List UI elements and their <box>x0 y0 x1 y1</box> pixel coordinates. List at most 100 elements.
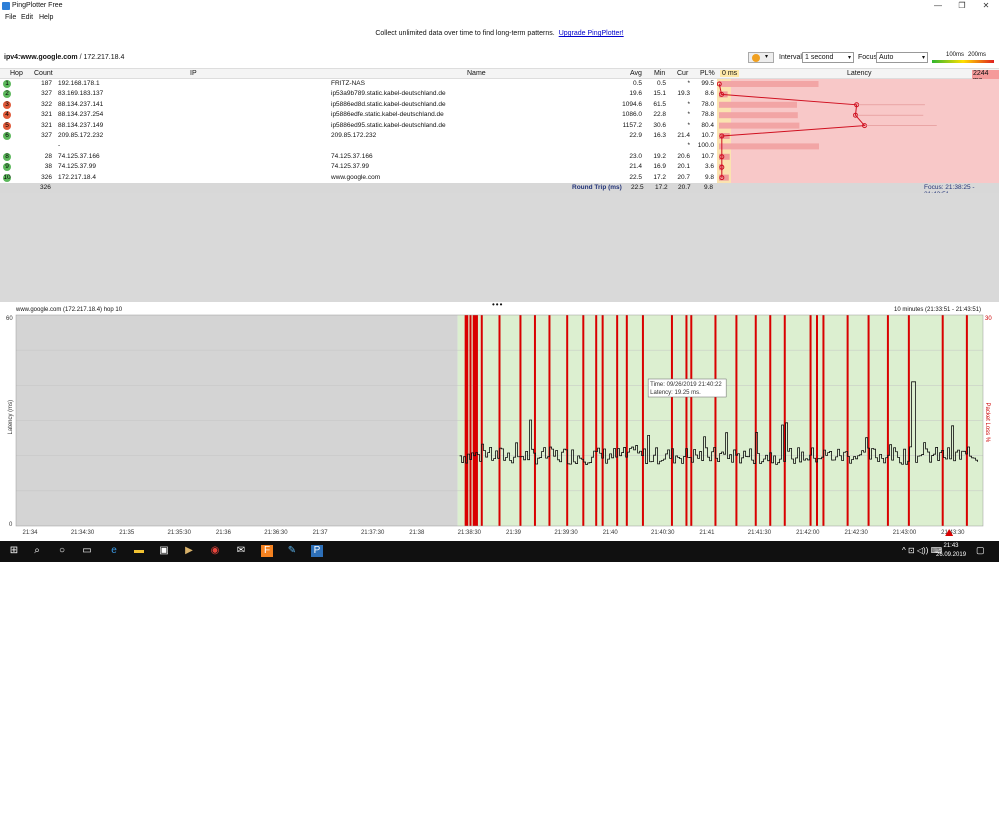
cell-ip: 74.125.37.166 <box>58 152 100 160</box>
x-tick-label: 21:42:30 <box>844 530 868 536</box>
clock-time[interactable]: 21:43 <box>936 543 966 549</box>
trace-header: Hop Count IP Name Avg Min Cur PL% 0 ms L… <box>0 68 999 84</box>
cell-ip: - <box>58 142 61 150</box>
cell-avg: 1086.0 <box>622 111 642 119</box>
hop-badge: 6 <box>3 132 11 140</box>
interval-value: 1 second <box>805 54 834 61</box>
cell-pl: 3.6 <box>704 163 714 171</box>
notification-icon[interactable]: ▢ <box>976 545 985 556</box>
pause-button[interactable]: ▾ <box>748 52 774 63</box>
x-tick-label: 21:36:30 <box>264 530 288 536</box>
cell-name: 74.125.37.166 <box>331 152 373 160</box>
rt-pl: 9.8 <box>704 184 714 191</box>
col-latency[interactable]: Latency <box>847 70 872 77</box>
x-tick-label: 21:35 <box>119 530 135 536</box>
col-name[interactable]: Name <box>467 70 486 77</box>
foxit-icon[interactable]: F <box>261 545 273 557</box>
mail-icon[interactable]: ✉ <box>235 545 247 557</box>
chevron-down-icon: ▾ <box>921 55 925 61</box>
hop-badge: 5 <box>3 121 11 130</box>
scale-low: 100ms <box>946 52 965 58</box>
cell-name: ip5886edfe.static.kabel-deutschland.de <box>331 111 444 119</box>
table-row[interactable]: 1 187 192.168.178.1 FRITZ-NAS 0.5 0.5 * 99.5 <box>0 79 716 90</box>
file-explorer-icon[interactable]: ▬ <box>133 545 145 557</box>
time-graph[interactable]: 60 0 30 Latency (ms) Packet Loss % 21:34 21:34… <box>0 313 999 540</box>
table-row[interactable]: 2 327 83.169.183.137 ip53a9b789.static.kabe… <box>0 89 716 100</box>
table-row[interactable]: 5 321 88.134.237.149 ip5886ed95.static.kabe… <box>0 121 716 132</box>
store-icon[interactable]: ▣ <box>158 545 170 557</box>
cell-avg: 19.6 <box>629 90 642 98</box>
packet-loss-bar <box>719 122 800 129</box>
x-tick-label: 21:36 <box>216 530 232 536</box>
hop-badge: 9 <box>3 163 11 172</box>
upgrade-link[interactable]: Upgrade PingPlotter! <box>559 30 624 37</box>
round-trip-row: 326 Round Trip (ms) 22.5 17.2 20.7 9.8 F… <box>0 183 999 198</box>
y-max-label: 60 <box>6 316 13 322</box>
cell-name: ip5886ed95.static.kabel-deutschland.de <box>331 121 446 129</box>
cell-count: 327 <box>41 132 52 139</box>
cell-min: 0.5 <box>656 80 666 87</box>
table-row[interactable]: 10 326 172.217.18.4 www.google.com 22.5 17.2 2… <box>0 173 716 184</box>
cell-count: 28 <box>44 152 52 160</box>
close-button[interactable]: ✕ <box>976 1 996 11</box>
chevron-down-icon: ▾ <box>765 54 769 60</box>
col-min[interactable]: Min <box>654 70 665 77</box>
focus-label: Focus <box>858 54 878 61</box>
cell-min: 30.6 <box>653 121 666 129</box>
cell-avg: 23.0 <box>629 152 642 160</box>
maximize-button[interactable]: ❐ <box>952 1 972 11</box>
table-row[interactable]: 8 28 74.125.37.166 74.125.37.166 23.0 19.2 20.… <box>0 152 716 163</box>
search-icon[interactable]: ⌕ <box>31 545 43 557</box>
clock-date[interactable]: 26.09.2019 <box>936 552 966 558</box>
table-row[interactable]: 4 321 88.134.237.254 ip5886edfe.static.kabe… <box>0 110 716 121</box>
pingplotter-taskbar-icon[interactable]: P <box>311 545 323 557</box>
col-pl[interactable]: PL% <box>700 70 715 77</box>
target-address[interactable]: ipv4:www.google.com / 172.217.18.4 <box>4 54 124 61</box>
cell-ip: 88.134.237.149 <box>58 121 104 129</box>
latency-scale: 100ms 200ms <box>932 52 994 64</box>
pingplotter-window: PingPlotter Free — ❐ ✕ File Edit Help Co… <box>0 0 999 562</box>
network-tool-icon[interactable]: ✎ <box>286 545 298 557</box>
tooltip-latency: Latency: 19.25 ms. <box>650 390 701 396</box>
media-icon[interactable]: ▶ <box>183 545 195 557</box>
cell-pl: 80.4 <box>701 121 714 129</box>
task-view-icon[interactable]: ▭ <box>81 545 93 557</box>
x-tick-label: 21:43:30 <box>941 530 965 536</box>
hop-badge: 1 <box>3 80 11 88</box>
cell-name: FRITZ-NAS <box>331 80 365 87</box>
y2-axis-label: Packet Loss % <box>984 403 990 443</box>
col-ip[interactable]: IP <box>190 70 197 77</box>
col-count[interactable]: Count <box>34 70 53 77</box>
hop-badge: 10 <box>3 173 11 182</box>
tooltip-time: Time: 09/26/2019 21:40:22 <box>650 382 722 388</box>
menu-help[interactable]: Help <box>39 14 53 21</box>
table-row[interactable]: - * 100.0 <box>0 141 716 152</box>
cortana-icon[interactable]: ○ <box>56 545 68 557</box>
cell-pl: 8.6 <box>704 90 714 98</box>
cell-count: 322 <box>41 100 52 108</box>
cell-min: 22.8 <box>653 111 666 119</box>
table-row[interactable]: 3 322 88.134.237.141 ip5886ed8d.static.kabe… <box>0 100 716 111</box>
pl-max-label: 30 <box>985 316 992 322</box>
x-tick-label: 21:38 <box>409 530 425 536</box>
windows-icon[interactable]: ⊞ <box>8 545 20 557</box>
cell-cur: * <box>687 121 690 129</box>
table-row[interactable]: 9 38 74.125.37.99 74.125.37.99 21.4 16.9 20.1 3… <box>0 162 716 173</box>
window-title: PingPlotter Free <box>12 2 63 9</box>
menu-edit[interactable]: Edit <box>21 14 33 21</box>
cell-min: 19.2 <box>653 152 666 160</box>
cell-avg: 1157.2 <box>622 121 642 129</box>
latency-graph <box>716 79 937 183</box>
menu-file[interactable]: File <box>5 14 16 21</box>
focus-select[interactable]: Auto ▾ <box>876 52 928 63</box>
table-row[interactable]: 6 327 209.85.172.232 209.85.172.232 22.9 16.3… <box>0 131 716 142</box>
minimize-button[interactable]: — <box>928 1 948 11</box>
col-avg[interactable]: Avg <box>630 70 642 77</box>
hop-badge: 8 <box>3 152 11 161</box>
edge-icon[interactable]: e <box>108 545 120 557</box>
col-hop[interactable]: Hop <box>10 70 23 77</box>
chrome-icon[interactable]: ◉ <box>209 545 221 557</box>
interval-select[interactable]: 1 second ▾ <box>802 52 854 63</box>
col-cur[interactable]: Cur <box>677 70 688 77</box>
target-host: ipv4:www.google.com <box>4 54 78 61</box>
